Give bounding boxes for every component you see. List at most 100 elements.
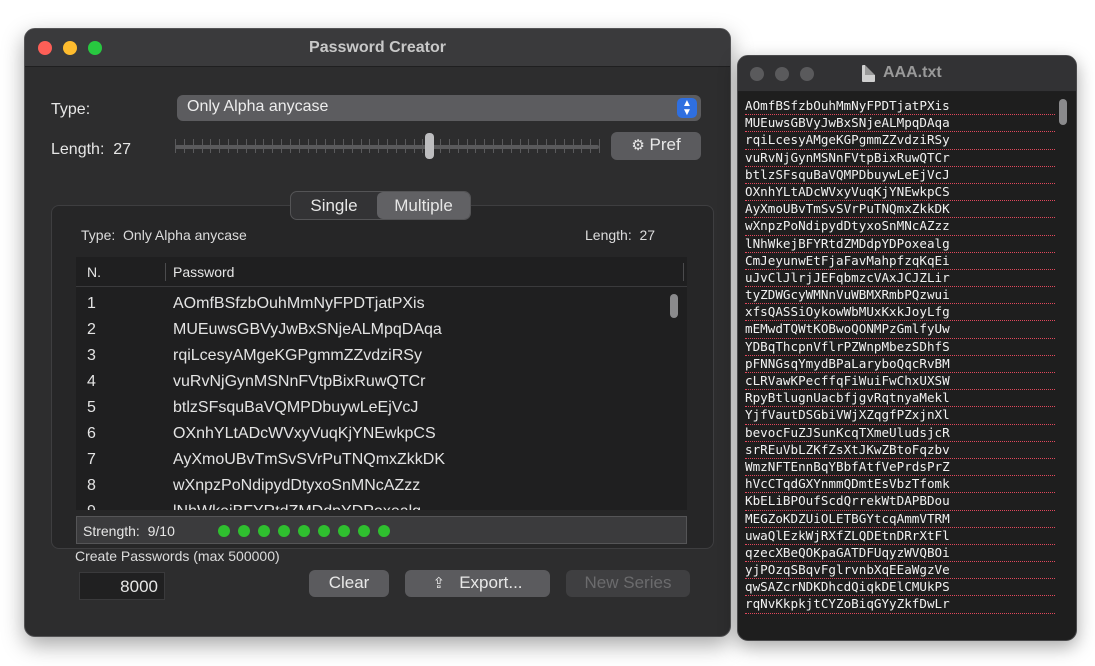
passwords-table[interactable]: N. Password 1 AOmfBSfzbOuhMmNyFPDTjatPXis…	[76, 257, 687, 510]
row-password: OXnhYLtADcWVxyVuqKjYNEwkpCS	[173, 425, 436, 442]
row-number: 8	[87, 477, 96, 494]
text-line: rqiLcesyAMgeKGPgmmZZvdziRSy	[745, 132, 1055, 150]
text-line: hVcCTqdGXYnmmQDmtEsVbzTfomk	[745, 476, 1055, 494]
text-line: mEMwdTQWtKOBwoQONMPzGmlfyUw	[745, 321, 1055, 339]
strength-dot	[338, 525, 350, 537]
type-popup[interactable]: Only Alpha anycase ▲ ▼	[177, 95, 701, 121]
create-passwords-label: Create Passwords (max 500000)	[75, 548, 280, 564]
close-window-button[interactable]	[750, 67, 764, 81]
row-password: MUEuwsGBVyJwBxSNjeALMpqDAqa	[173, 321, 442, 338]
strength-bar: Strength: 9/10	[76, 516, 687, 544]
table-row[interactable]: 9 lNhWkejBFYRtdZMDdpYDPoxealg	[76, 499, 687, 510]
strength-dot	[278, 525, 290, 537]
row-number: 7	[87, 451, 96, 468]
row-password: btlzSFsquBaVQMPDbuywLeEjVcJ	[173, 399, 419, 416]
mode-segmented-control[interactable]: Single Multiple	[290, 191, 471, 220]
table-row[interactable]: 8 wXnpzPoNdipydDtyxoSnMNcAZzz	[76, 473, 687, 499]
text-line: qwSAZcrNDKDhcdQiqkDElCMUkPS	[745, 579, 1055, 597]
strength-dot	[218, 525, 230, 537]
text-scrollbar-thumb[interactable]	[1059, 99, 1067, 125]
table-row[interactable]: 6 OXnhYLtADcWVxyVuqKjYNEwkpCS	[76, 421, 687, 447]
text-line: uwaQlEzkWjRXfZLQDEtnDRrXtFl	[745, 528, 1055, 545]
row-number: 5	[87, 399, 96, 416]
export-button[interactable]: ⇪ Export...	[405, 570, 550, 597]
strength-dot	[358, 525, 370, 537]
text-line: YjfVautDSGbiVWjXZqgfPZxjnXl	[745, 407, 1055, 425]
text-line: MEGZoKDZUiOLETBGYtcqAmmVTRM	[745, 511, 1055, 528]
document-icon	[862, 65, 875, 82]
text-window-title: AAA.txt	[883, 64, 942, 81]
row-number: 3	[87, 347, 96, 364]
text-line: bevocFuZJSunKcqTXmeUludsjcR	[745, 425, 1055, 442]
segment-multiple[interactable]: Multiple	[377, 192, 470, 219]
table-row[interactable]: 1 AOmfBSfzbOuhMmNyFPDTjatPXis	[76, 291, 687, 317]
strength-dot	[258, 525, 270, 537]
segment-single[interactable]: Single	[291, 192, 377, 219]
row-number: 2	[87, 321, 96, 338]
text-line: yjPOzqSBqvFglrvnbXqEEaWgzVe	[745, 562, 1055, 580]
text-window-title-bar[interactable]: AAA.txt	[738, 56, 1076, 92]
type-popup-value: Only Alpha anycase	[187, 98, 329, 115]
length-value: 27	[113, 141, 132, 158]
text-line: wXnpzPoNdipydDtyxoSnMNcAZzz	[745, 218, 1055, 236]
strength-label: Strength: 9/10	[83, 523, 175, 539]
text-line: srREuVbLZKfZsXtJKwZBtoFqzbv	[745, 442, 1055, 459]
column-header-number[interactable]: N.	[87, 264, 101, 280]
table-header: N. Password	[76, 257, 687, 287]
text-line: cLRVawKPecffqFiWuiFwChxUXSW	[745, 373, 1055, 391]
text-line: rqNvKkpkjtCYZoBiqGYyZkfDwLr	[745, 596, 1055, 614]
text-line: MUEuwsGBVyJwBxSNjeALMpqDAqa	[745, 115, 1055, 133]
minimize-window-button[interactable]	[775, 67, 789, 81]
text-line: WmzNFTEnnBqYBbfAtfVePrdsPrZ	[745, 459, 1055, 477]
text-line: tyZDWGcyWMNnVuWBMXRmbPQzwui	[745, 287, 1055, 305]
text-line: OXnhYLtADcWVxyVuqKjYNEwkpCS	[745, 184, 1055, 202]
row-password: rqiLcesyAMgeKGPgmmZZvdziRSy	[173, 347, 422, 364]
table-row[interactable]: 4 vuRvNjGynMSNnFVtpBixRuwQTCr	[76, 369, 687, 395]
text-line: pFNNGsqYmydBPaLaryboQqcRvBM	[745, 356, 1055, 373]
text-line: YDBqThcpnVflrPZWnpMbezSDhfS	[745, 339, 1055, 356]
window-title: Password Creator	[309, 39, 446, 56]
clear-button[interactable]: Clear	[309, 570, 389, 597]
length-label: Length: 27	[51, 141, 132, 158]
strength-value: 9/10	[147, 523, 175, 539]
summary-type: Type: Only Alpha anycase	[81, 227, 247, 243]
strength-dot	[318, 525, 330, 537]
text-line: vuRvNjGynMSNnFVtpBixRuwQTCr	[745, 150, 1055, 167]
chevron-up-down-icon: ▲ ▼	[677, 98, 697, 118]
row-number: 6	[87, 425, 96, 442]
length-slider-knob[interactable]	[425, 133, 435, 159]
row-number: 9	[87, 503, 96, 510]
strength-dot	[298, 525, 310, 537]
text-line: KbELiBPOufScdQrrekWtDAPBDou	[745, 493, 1055, 511]
strength-dot	[378, 525, 390, 537]
text-line: CmJeyunwEtFjaFavMahpfzqKqEi	[745, 253, 1055, 270]
text-line: lNhWkejBFYRtdZMDdpYDPoxealg	[745, 236, 1055, 253]
row-password: lNhWkejBFYRtdZMDdpYDPoxealg	[173, 503, 421, 510]
table-row[interactable]: 7 AyXmoUBvTmSvSVrPuTNQmxZkkDK	[76, 447, 687, 473]
text-line: AyXmoUBvTmSvSVrPuTNQmxZkkDK	[745, 201, 1055, 219]
row-password: AyXmoUBvTmSvSVrPuTNQmxZkkDK	[173, 451, 446, 468]
text-content[interactable]: AOmfBSfzbOuhMmNyFPDTjatPXis MUEuwsGBVyJwB…	[745, 98, 1055, 614]
text-line: RpyBtlugnUacbfjgvRqtnyaMekl	[745, 390, 1055, 408]
row-password: wXnpzPoNdipydDtyxoSnMNcAZzz	[173, 477, 421, 494]
text-line: AOmfBSfzbOuhMmNyFPDTjatPXis	[745, 98, 1055, 116]
type-label: Type:	[51, 101, 91, 118]
column-header-password[interactable]: Password	[173, 264, 234, 280]
table-scrollbar-thumb[interactable]	[670, 294, 678, 318]
zoom-window-button[interactable]	[800, 67, 814, 81]
password-count-field[interactable]: 8000	[79, 572, 165, 600]
summary-length: Length: 27	[585, 227, 656, 243]
row-number: 4	[87, 373, 96, 390]
table-row[interactable]: 5 btlzSFsquBaVQMPDbuywLeEjVcJ	[76, 395, 687, 421]
new-series-button[interactable]: New Series	[566, 570, 690, 597]
strength-dot	[238, 525, 250, 537]
table-row[interactable]: 3 rqiLcesyAMgeKGPgmmZZvdziRSy	[76, 343, 687, 369]
pref-button[interactable]: ⚙ Pref	[611, 132, 701, 160]
text-line: xfsQASSiOykowWbMUxKxkJoyLfg	[745, 304, 1055, 322]
row-password: AOmfBSfzbOuhMmNyFPDTjatPXis	[173, 295, 425, 312]
table-row[interactable]: 2 MUEuwsGBVyJwBxSNjeALMpqDAqa	[76, 317, 687, 343]
text-line: uJvClJlrjJEFqbmzcVAxJCJZLir	[745, 270, 1055, 288]
text-file-window: AAA.txt AOmfBSfzbOuhMmNyFPDTjatPXis MUEuw…	[737, 55, 1077, 641]
text-line: btlzSFsquBaVQMPDbuywLeEjVcJ	[745, 167, 1055, 184]
title-bar[interactable]: Password Creator	[25, 29, 730, 67]
